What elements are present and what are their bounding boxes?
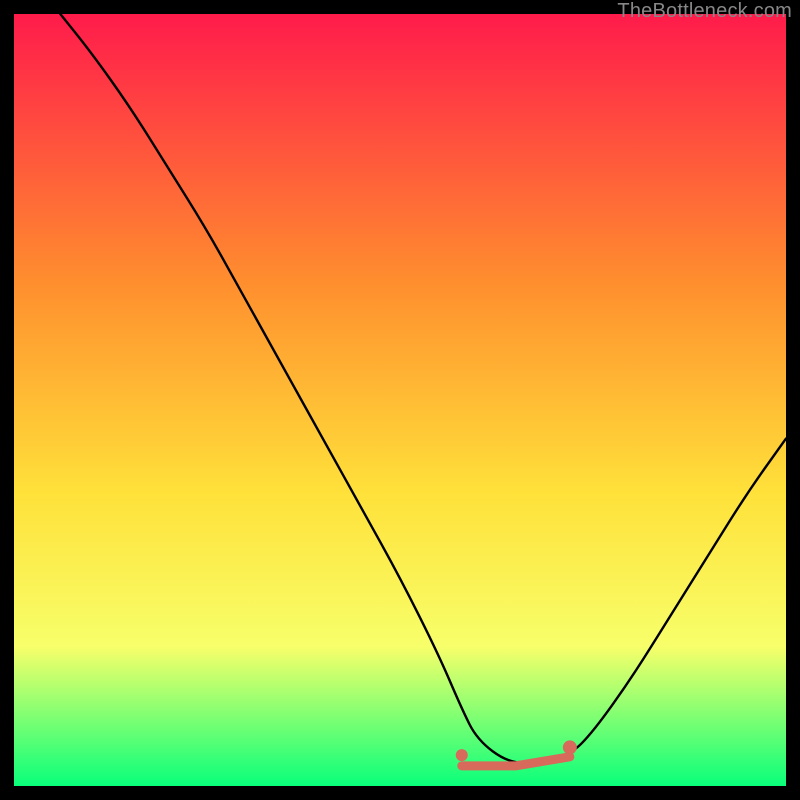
watermark-text: TheBottleneck.com	[617, 0, 792, 23]
gradient-background	[14, 14, 786, 786]
bottleneck-chart	[14, 14, 786, 786]
sweet-spot-left-dot	[456, 749, 468, 761]
sweet-spot-right-dot	[563, 740, 577, 754]
